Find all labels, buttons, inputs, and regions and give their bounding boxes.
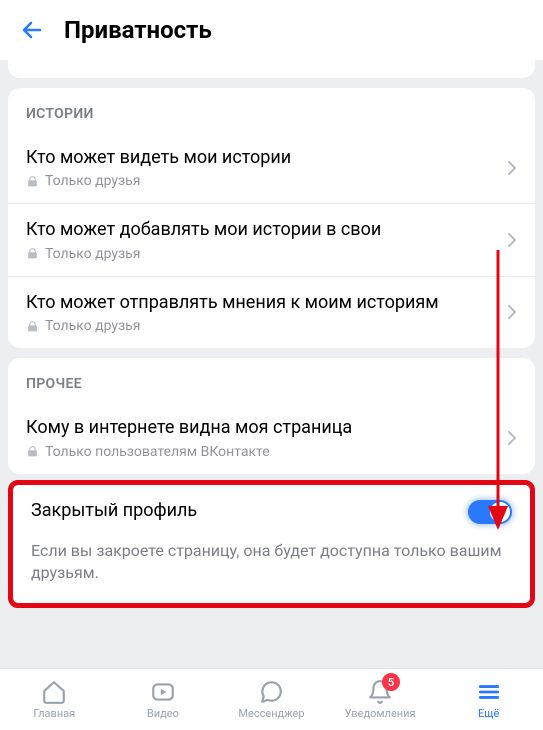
- menu-icon: [476, 679, 502, 705]
- row-value: Только друзья: [45, 318, 140, 334]
- row-value: Только друзья: [45, 173, 140, 189]
- header: Приватность: [0, 0, 543, 60]
- row-sub: Только пользователям ВКонтакте: [26, 444, 499, 460]
- closed-profile-description: Если вы закроете страницу, она будет дос…: [13, 540, 530, 603]
- section-header-stories: ИСТОРИИ: [8, 88, 535, 132]
- row-title: Кто может добавлять мои истории в свои: [26, 218, 499, 241]
- page-title: Приватность: [64, 16, 212, 44]
- nav-label: Видео: [147, 707, 179, 720]
- lock-icon: [26, 175, 39, 188]
- row-who-can-see-stories[interactable]: Кто может видеть мои истории Только друз…: [8, 132, 535, 203]
- nav-notifications[interactable]: 5 Уведомления: [326, 669, 435, 730]
- row-content: Кому в интернете видна моя страница Толь…: [26, 416, 499, 459]
- row-sub: Только друзья: [26, 246, 499, 262]
- row-closed-profile[interactable]: Закрытый профиль: [13, 485, 530, 540]
- row-title: Кому в интернете видна моя страница: [26, 416, 499, 439]
- video-icon: [150, 679, 176, 705]
- row-title: Кто может отправлять мнения к моим истор…: [26, 291, 499, 314]
- section-header-other: ПРОЧЕЕ: [8, 358, 535, 402]
- row-content: Кто может отправлять мнения к моим истор…: [26, 291, 499, 334]
- row-title: Закрытый профиль: [31, 499, 468, 522]
- lock-icon: [26, 247, 39, 260]
- row-content: Кто может добавлять мои истории в свои Т…: [26, 218, 499, 261]
- row-content: Кто может видеть мои истории Только друз…: [26, 146, 499, 189]
- chevron-right-icon: [507, 232, 517, 248]
- nav-label: Уведомления: [345, 707, 416, 720]
- nav-label: Мессенджер: [238, 707, 304, 720]
- nav-home[interactable]: Главная: [0, 669, 109, 730]
- row-sub: Только друзья: [26, 318, 499, 334]
- nav-messenger[interactable]: Мессенджер: [217, 669, 326, 730]
- section-other: ПРОЧЕЕ Кому в интернете видна моя страни…: [8, 358, 535, 473]
- row-who-can-see-page[interactable]: Кому в интернете видна моя страница Толь…: [8, 402, 535, 473]
- notifications-badge: 5: [382, 673, 400, 691]
- row-value: Только пользователям ВКонтакте: [45, 444, 270, 460]
- row-who-can-add-stories[interactable]: Кто может добавлять мои истории в свои Т…: [8, 203, 535, 275]
- row-value: Только друзья: [45, 246, 140, 262]
- row-title: Кто может видеть мои истории: [26, 146, 499, 169]
- highlighted-closed-profile: Закрытый профиль Если вы закроете страни…: [8, 480, 535, 608]
- row-who-can-send-opinions[interactable]: Кто может отправлять мнения к моим истор…: [8, 276, 535, 348]
- bottom-nav: Главная Видео Мессенджер 5 Уведомления Е…: [0, 668, 543, 730]
- row-sub: Только друзья: [26, 173, 499, 189]
- nav-more[interactable]: Ещё: [434, 669, 543, 730]
- chat-icon: [258, 679, 284, 705]
- arrow-left-icon: [20, 18, 44, 42]
- nav-label: Главная: [33, 707, 75, 720]
- nav-label: Ещё: [478, 707, 499, 720]
- back-button[interactable]: [16, 14, 48, 46]
- chevron-right-icon: [507, 430, 517, 446]
- chevron-right-icon: [507, 304, 517, 320]
- nav-video[interactable]: Видео: [109, 669, 218, 730]
- row-content: Закрытый профиль: [31, 499, 468, 526]
- lock-icon: [26, 320, 39, 333]
- home-icon: [41, 679, 67, 705]
- closed-profile-toggle[interactable]: [468, 500, 512, 524]
- chevron-right-icon: [507, 160, 517, 176]
- previous-section-stub: [8, 60, 535, 78]
- lock-icon: [26, 445, 39, 458]
- section-stories: ИСТОРИИ Кто может видеть мои истории Тол…: [8, 88, 535, 348]
